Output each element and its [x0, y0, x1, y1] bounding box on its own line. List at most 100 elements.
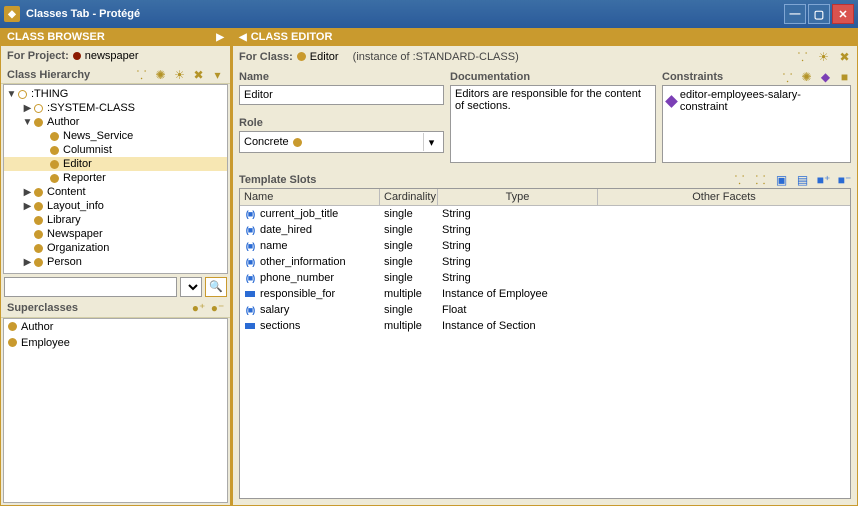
class-node-icon [34, 230, 43, 239]
col-name[interactable]: Name [240, 189, 380, 205]
class-node-icon [34, 244, 43, 253]
editor-action2-icon[interactable]: ☀ [817, 50, 830, 63]
expander-open-icon[interactable]: ▼ [6, 89, 17, 100]
col-other-facets[interactable]: Other Facets [598, 189, 850, 205]
constraints-list[interactable]: editor-employees-salary-constraint [662, 85, 851, 163]
class-node-icon [50, 160, 59, 169]
tree-node[interactable]: Organization [4, 241, 227, 255]
tree-node[interactable]: ▶Content [4, 185, 227, 199]
name-input[interactable] [239, 85, 444, 105]
expander-open-icon[interactable]: ▼ [22, 117, 33, 128]
table-row[interactable]: (■)phone_numbersingleString [240, 270, 850, 286]
class-hierarchy-bar: Class Hierarchy ⸪ ✺ ☀ ✖ ▾ [1, 66, 230, 84]
slot-add-icon[interactable]: ■⁺ [817, 173, 830, 186]
tree-node[interactable]: ▶Layout_info [4, 199, 227, 213]
constraint-remove-icon[interactable]: ■ [838, 71, 851, 84]
expander-none [38, 173, 49, 184]
collapse-editor-icon[interactable]: ◀ [239, 32, 247, 43]
slot-cardinality: single [380, 271, 438, 285]
slot-create-icon[interactable]: ▣ [775, 173, 788, 186]
slot-cardinality: single [380, 255, 438, 269]
expander-closed-icon[interactable]: ▶ [22, 187, 33, 198]
slot-override-icon[interactable]: ▤ [796, 173, 809, 186]
col-cardinality[interactable]: Cardinality [380, 189, 438, 205]
slot-remove-icon[interactable]: ■⁻ [838, 173, 851, 186]
superclasses-list[interactable]: Author Employee [3, 318, 228, 504]
tree-node-label: Author [47, 116, 79, 128]
tree-node[interactable]: Library [4, 213, 227, 227]
documentation-label: Documentation [450, 69, 656, 85]
expander-closed-icon[interactable]: ▶ [22, 103, 33, 114]
class-icon [297, 52, 306, 61]
expander-closed-icon[interactable]: ▶ [22, 201, 33, 212]
editor-close-icon[interactable]: ✖ [838, 50, 851, 63]
tree-node-label: Library [47, 214, 81, 226]
close-button[interactable]: ✕ [832, 4, 854, 24]
table-row[interactable]: (■)date_hiredsingleString [240, 222, 850, 238]
tree-node[interactable]: Columnist [4, 143, 227, 157]
tree-node-label: Columnist [63, 144, 112, 156]
role-icon [293, 138, 302, 147]
expander-closed-icon[interactable]: ▶ [22, 257, 33, 268]
tree-node[interactable]: ▶Person [4, 255, 227, 269]
superclass-label: Employee [21, 337, 70, 349]
expander-none [38, 145, 49, 156]
class-node-icon [50, 174, 59, 183]
role-dropdown[interactable]: Concrete ▾ [239, 131, 444, 153]
col-type[interactable]: Type [438, 189, 598, 205]
tree-node[interactable]: Editor [4, 157, 227, 171]
constraint-add-icon[interactable]: ◆ [819, 71, 832, 84]
tree-node[interactable]: News_Service [4, 129, 227, 143]
remove-superclass-icon[interactable]: ●⁻ [211, 302, 224, 315]
tree-node[interactable]: ▼:THING [4, 87, 227, 101]
constraint-create-icon[interactable]: ✺ [800, 71, 813, 84]
class-browser-title: CLASS BROWSER [7, 31, 105, 43]
project-name: newspaper [85, 50, 139, 62]
slot-type: String [438, 255, 598, 269]
constraint-label: editor-employees-salary-constraint [680, 89, 846, 113]
table-row[interactable]: responsible_formultipleInstance of Emplo… [240, 286, 850, 302]
superclass-item[interactable]: Author [4, 319, 227, 335]
inherited-slot-icon: (■) [244, 305, 256, 315]
constraint-action1-icon[interactable]: ⸪ [781, 71, 794, 84]
slot-name: salary [260, 304, 289, 316]
class-hierarchy-label: Class Hierarchy [7, 69, 90, 81]
table-row[interactable]: (■)current_job_titlesingleString [240, 206, 850, 222]
tree-node-label: Reporter [63, 172, 106, 184]
search-row: 🔍 [1, 274, 230, 300]
slot-action2-icon[interactable]: ⸬ [754, 173, 767, 186]
superclass-item[interactable]: Employee [4, 335, 227, 351]
table-row[interactable]: sectionsmultipleInstance of Section [240, 318, 850, 334]
table-row[interactable]: (■)salarysingleFloat [240, 302, 850, 318]
tree-node[interactable]: Newspaper [4, 227, 227, 241]
add-superclass-icon[interactable]: ●⁺ [192, 302, 205, 315]
window-title: Classes Tab - Protégé [26, 8, 140, 20]
inherited-slot-icon: (■) [244, 241, 256, 251]
create-subclass-icon[interactable]: ☀ [173, 68, 186, 81]
tree-node[interactable]: Reporter [4, 171, 227, 185]
view-tree-icon[interactable]: ⸪ [135, 68, 148, 81]
class-node-icon [34, 216, 43, 225]
template-slots-table[interactable]: Name Cardinality Type Other Facets (■)cu… [239, 188, 851, 499]
collapse-browser-icon[interactable]: ▶ [216, 32, 224, 43]
slot-name: current_job_title [260, 208, 338, 220]
table-row[interactable]: (■)other_informationsingleString [240, 254, 850, 270]
documentation-textarea[interactable] [450, 85, 656, 163]
menu-chevron-icon[interactable]: ▾ [211, 68, 224, 81]
tree-node[interactable]: ▼ Author [4, 115, 227, 129]
slot-name: responsible_for [260, 288, 335, 300]
search-input[interactable] [4, 277, 177, 297]
editor-action1-icon[interactable]: ⸪ [796, 50, 809, 63]
search-history-dropdown[interactable] [180, 277, 202, 297]
tree-node[interactable]: ▶:SYSTEM-CLASS [4, 101, 227, 115]
table-row[interactable]: (■)namesingleString [240, 238, 850, 254]
slot-action1-icon[interactable]: ⸪ [733, 173, 746, 186]
inherited-slot-icon: (■) [244, 257, 256, 267]
minimize-button[interactable]: — [784, 4, 806, 24]
find-button[interactable]: 🔍 [205, 277, 227, 297]
constraint-item[interactable]: editor-employees-salary-constraint [667, 88, 846, 114]
class-tree[interactable]: ▼:THING▶:SYSTEM-CLASS▼AuthorNews_Service… [3, 84, 228, 274]
create-class-icon[interactable]: ✺ [154, 68, 167, 81]
delete-class-icon[interactable]: ✖ [192, 68, 205, 81]
maximize-button[interactable]: ▢ [808, 4, 830, 24]
